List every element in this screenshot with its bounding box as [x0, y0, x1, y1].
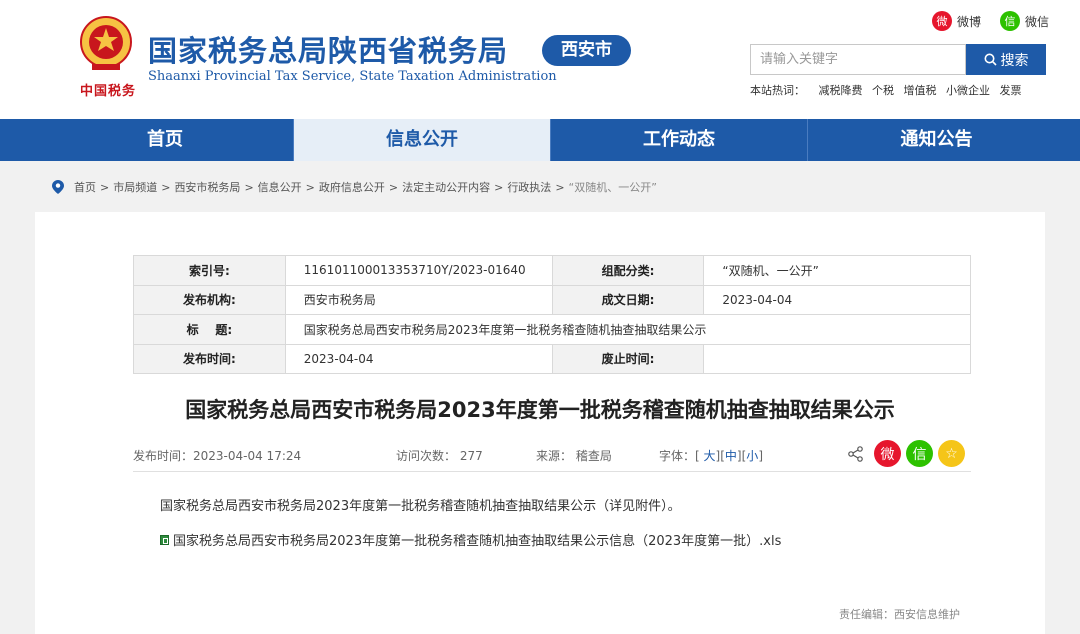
expire-value [703, 343, 971, 374]
breadcrumb-separator: > [305, 180, 315, 194]
date-value: 2023-04-04 [703, 284, 971, 315]
font-large-button[interactable]: 大 [704, 449, 716, 463]
attachment-link[interactable]: 国家税务总局西安市税务局2023年度第一批税务稽查随机抽查抽取结果公示信息（20… [160, 530, 781, 549]
breadcrumb-item[interactable]: 行政执法 [507, 179, 551, 195]
font-size-bracket: ][ [715, 449, 725, 463]
breadcrumb-separator: > [244, 180, 254, 194]
nav-item-work-news[interactable]: 工作动态 [551, 119, 808, 161]
font-size-controls: 字体：[ 大][中][小] [659, 447, 763, 464]
breadcrumb-separator: > [494, 180, 504, 194]
index-label: 索引号: [133, 255, 286, 286]
article-paragraph: 国家税务总局西安市税务局2023年度第一批税务稽查随机抽查抽取结果公示（详见附件… [160, 499, 681, 514]
weibo-icon: 微 [932, 11, 952, 31]
index-value: 116101100013353710Y/2023-01640 [284, 255, 553, 286]
category-label: 组配分类: [551, 255, 705, 286]
responsible-editor: 责任编辑：西安信息维护 [839, 608, 960, 621]
breadcrumb-item[interactable]: 市局频道 [113, 179, 157, 195]
logo-text: 中国税务 [80, 84, 137, 99]
category-value: “双随机、一公开” [703, 255, 971, 286]
font-size-label: 字体：[ [659, 449, 700, 463]
site-subtitle: Shaanxi Provincial Tax Service, State Ta… [148, 69, 557, 84]
font-size-bracket: ] [758, 449, 763, 463]
publish-value: 2023-04-04 [284, 343, 553, 374]
breadcrumb-item[interactable]: 首页 [74, 179, 96, 195]
publish-time: 发布时间：2023-04-04 17:24 [133, 449, 302, 463]
org-label: 发布机构: [133, 284, 286, 315]
favorite-star-icon[interactable]: ☆ [938, 440, 965, 467]
breadcrumb-item[interactable]: 西安市税务局 [174, 179, 240, 195]
main-nav: 首页 信息公开 工作动态 通知公告 [0, 119, 1080, 161]
attachment-filename[interactable]: 国家税务总局西安市税务局2023年度第一批税务稽查随机抽查抽取结果公示信息（20… [173, 530, 781, 549]
breadcrumb: 首页 > 市局频道 > 西安市税务局 > 信息公开 > 政府信息公开 > 法定主… [52, 178, 657, 196]
breadcrumb-current: “双随机、一公开” [568, 181, 657, 194]
date-label: 成文日期: [551, 284, 705, 315]
breadcrumb-separator: > [555, 180, 565, 194]
org-value: 西安市税务局 [284, 284, 553, 315]
article-info-bar: 发布时间：2023-04-04 17:24 访问次数： 277 来源： 稽查局 … [133, 438, 971, 472]
share-icon[interactable] [847, 445, 865, 463]
search-button-label: 搜索 [1000, 52, 1029, 69]
breadcrumb-item[interactable]: 信息公开 [258, 179, 302, 195]
nav-item-home[interactable]: 首页 [37, 119, 294, 161]
hotwords-label: 本站热词： [750, 84, 805, 97]
table-row: 发布时间: 2023-04-04 废止时间: [133, 343, 971, 374]
table-row: 发布机构: 西安市税务局 成文日期: 2023-04-04 [133, 284, 971, 315]
location-pin-icon [52, 180, 64, 194]
table-row: 标 题: 国家税务总局西安市税务局2023年度第一批税务稽查随机抽查抽取结果公示 [133, 314, 972, 345]
share-weixin-icon[interactable]: 信 [906, 440, 933, 467]
content-card: 索引号: 116101100013353710Y/2023-01640 组配分类… [35, 212, 1045, 634]
nav-item-info-disclosure[interactable]: 信息公开 [294, 119, 551, 161]
site-header: 中国税务 国家税务总局陕西省税务局 Shaanxi Provincial Tax… [0, 0, 1080, 119]
weixin-icon: 信 [1000, 11, 1020, 31]
weibo-label: 微博 [957, 14, 982, 29]
hotword-item[interactable]: 个税 [872, 84, 894, 97]
hotwords: 本站热词： 减税降费 个税 增值税 小微企业 发票 [750, 82, 1028, 98]
weixin-link[interactable]: 信 微信 [1000, 10, 1049, 32]
breadcrumb-separator: > [100, 180, 110, 194]
metadata-table: 索引号: 116101100013353710Y/2023-01640 组配分类… [133, 255, 972, 374]
nav-item-notices[interactable]: 通知公告 [808, 119, 1065, 161]
hotword-item[interactable]: 增值税 [904, 84, 937, 97]
search-icon [984, 53, 997, 66]
font-size-bracket: ][ [736, 449, 747, 463]
weibo-link[interactable]: 微 微博 [932, 10, 981, 32]
site-title[interactable]: 国家税务总局陕西省税务局 [148, 28, 508, 70]
article-source: 来源： 稽查局 [536, 449, 612, 463]
share-bar: 微 信 ☆ [847, 440, 965, 467]
title-value: 国家税务总局西安市税务局2023年度第一批税务稽查随机抽查抽取结果公示 [284, 314, 972, 345]
publish-label: 发布时间: [133, 343, 286, 374]
share-weibo-icon[interactable]: 微 [874, 440, 901, 467]
visit-count: 访问次数： 277 [396, 449, 483, 463]
hotword-item[interactable]: 减税降费 [819, 84, 863, 97]
title-label: 标 题: [133, 314, 286, 345]
excel-file-icon [160, 534, 169, 545]
expire-label: 废止时间: [551, 343, 705, 374]
breadcrumb-item[interactable]: 法定主动公开内容 [402, 179, 490, 195]
font-small-button[interactable]: 小 [746, 449, 758, 463]
search-input[interactable]: 请输入关键字 [750, 44, 966, 75]
hotword-item[interactable]: 小微企业 [946, 84, 990, 97]
weixin-label: 微信 [1025, 14, 1050, 29]
search-button[interactable]: 搜索 [966, 44, 1046, 75]
breadcrumb-separator: > [388, 180, 399, 194]
city-badge[interactable]: 西安市 [542, 35, 631, 66]
article-title: 国家税务总局西安市税务局2023年度第一批税务稽查随机抽查抽取结果公示 [185, 398, 895, 422]
breadcrumb-separator: > [161, 180, 171, 194]
hotword-item[interactable]: 发票 [1000, 84, 1022, 97]
table-row: 索引号: 116101100013353710Y/2023-01640 组配分类… [133, 255, 971, 286]
breadcrumb-item[interactable]: 政府信息公开 [319, 179, 385, 195]
font-medium-button[interactable]: 中 [725, 449, 737, 463]
tax-emblem-icon [80, 16, 132, 70]
